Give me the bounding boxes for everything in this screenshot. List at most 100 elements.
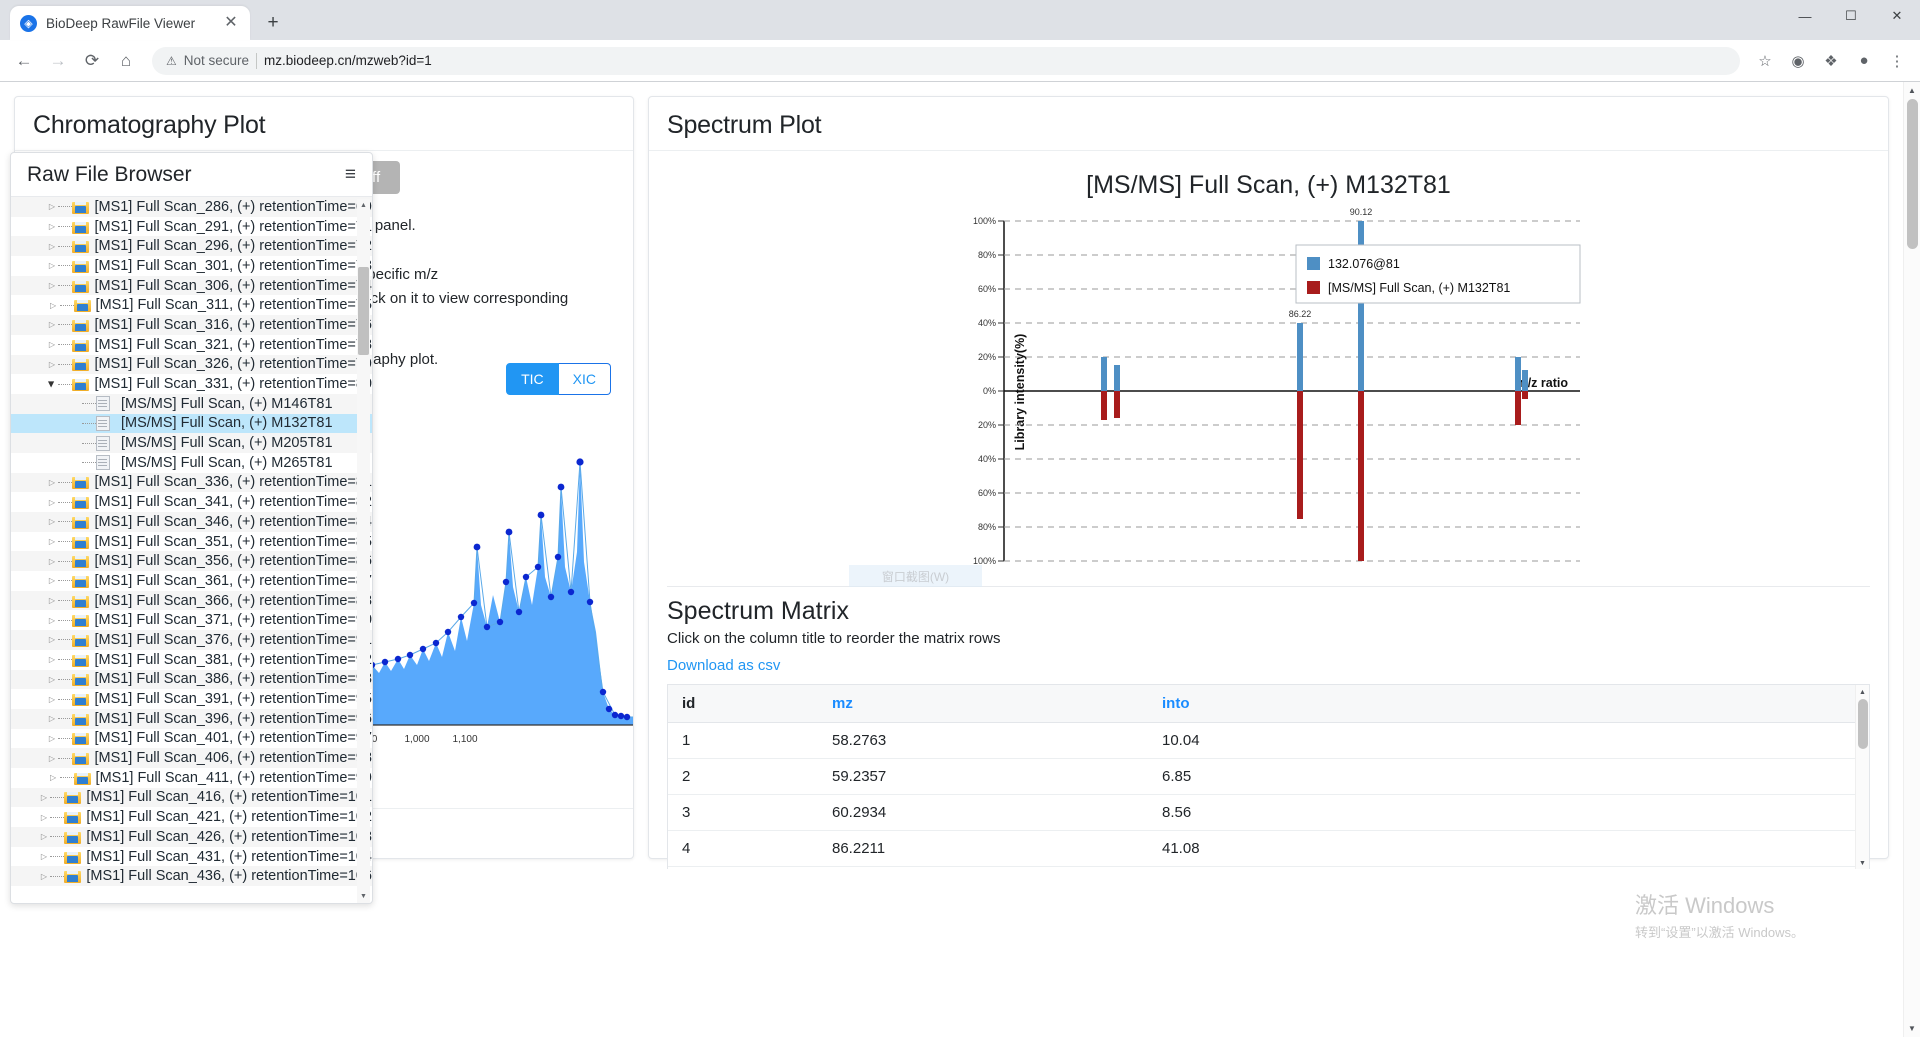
chevron-right-icon[interactable]: ▷ xyxy=(45,202,58,211)
tree-item-ms1[interactable]: ▷ [MS1] Full Scan_356, (+) retentionTime=… xyxy=(11,551,372,572)
matrix-scroll-up-icon[interactable]: ▲ xyxy=(1856,685,1869,699)
tree-item-ms1[interactable]: ▶ [MS1] Full Scan_331, (+) retentionTime=… xyxy=(11,374,372,394)
matrix-col-id[interactable]: id xyxy=(668,685,818,723)
chevron-right-icon[interactable]: ▷ xyxy=(45,754,58,763)
tree-item-ms1[interactable]: ▷ [MS1] Full Scan_381, (+) retentionTime=… xyxy=(11,650,372,670)
minimize-button[interactable]: — xyxy=(1782,0,1828,32)
chevron-right-icon[interactable]: ▷ xyxy=(45,281,58,290)
tree-item-ms1[interactable]: ▷ [MS1] Full Scan_316, (+) retentionTime=… xyxy=(11,315,372,335)
chevron-right-icon[interactable]: ▷ xyxy=(45,517,58,526)
tree-item-ms1[interactable]: ▷ [MS1] Full Scan_396, (+) retentionTime=… xyxy=(11,708,372,729)
tree-item-ms1[interactable]: ▷ [MS1] Full Scan_351, (+) retentionTime=… xyxy=(11,532,372,552)
xic-button[interactable]: XIC xyxy=(558,363,611,395)
chevron-right-icon[interactable]: ▷ xyxy=(45,635,58,644)
page-scroll-down-icon[interactable]: ▼ xyxy=(1904,1020,1920,1037)
home-icon[interactable]: ⌂ xyxy=(110,45,142,77)
tree-item-ms1[interactable]: ▷ [MS1] Full Scan_436, (+) retentionTime=… xyxy=(11,866,372,887)
chevron-right-icon[interactable]: ▷ xyxy=(45,675,58,684)
tree-scroll-up-icon[interactable]: ▲ xyxy=(357,199,370,212)
chevron-right-icon[interactable]: ▷ xyxy=(45,695,58,704)
tree-scroll-thumb[interactable] xyxy=(358,267,369,355)
tree-item-ms1[interactable]: ▷ [MS1] Full Scan_406, (+) retentionTime=… xyxy=(11,748,372,768)
puzzle-icon[interactable]: ❖ xyxy=(1816,46,1846,76)
tree-item-ms1[interactable]: ▷ [MS1] Full Scan_306, (+) retentionTime=… xyxy=(11,275,372,296)
tree-item-msms[interactable]: [MS/MS] Full Scan, (+) M265T81 xyxy=(11,453,372,473)
tree-item-ms1[interactable]: ▷ [MS1] Full Scan_291, (+) retentionTime=… xyxy=(11,217,372,237)
tree-item-ms1[interactable]: ▷ [MS1] Full Scan_346, (+) retentionTime=… xyxy=(11,512,372,532)
chevron-right-icon[interactable]: ▷ xyxy=(37,832,50,841)
maximize-button[interactable]: ☐ xyxy=(1828,0,1874,32)
chevron-right-icon[interactable]: ▷ xyxy=(45,261,58,270)
reload-icon[interactable]: ⟳ xyxy=(76,45,108,77)
spectrum-svg[interactable]: 100% 80% 60% 40% 20% 0% 20% 40% 60% 80% xyxy=(954,202,1584,580)
tree-item-msms[interactable]: [MS/MS] Full Scan, (+) M146T81 xyxy=(11,393,372,414)
tree-item-msms[interactable]: [MS/MS] Full Scan, (+) M132T81 xyxy=(11,413,372,434)
tree-item-ms1[interactable]: ▷ [MS1] Full Scan_341, (+) retentionTime=… xyxy=(11,492,372,512)
download-csv-link[interactable]: Download as csv xyxy=(649,657,798,684)
address-bar[interactable]: ⚠ Not secure mz.biodeep.cn/mzweb?id=1 xyxy=(152,46,1740,75)
matrix-col-into[interactable]: into xyxy=(1148,685,1869,723)
chevron-right-icon[interactable]: ▷ xyxy=(45,616,58,625)
matrix-scrollbar[interactable]: ▲ ▼ xyxy=(1855,685,1869,869)
chevron-right-icon[interactable]: ▷ xyxy=(45,360,58,369)
hamburger-menu-icon[interactable]: ≡ xyxy=(345,165,356,184)
page-scroll-thumb[interactable] xyxy=(1907,99,1918,249)
table-row[interactable]: 4 86.2211 41.08 xyxy=(668,830,1869,867)
tree-scrollbar[interactable]: ▲ ▼ xyxy=(357,199,370,903)
tic-button[interactable]: TIC xyxy=(506,363,559,395)
tree-item-ms1[interactable]: ▷ [MS1] Full Scan_401, (+) retentionTime=… xyxy=(11,729,372,749)
new-tab-button[interactable]: + xyxy=(258,8,288,38)
chevron-right-icon[interactable]: ▷ xyxy=(37,793,50,802)
chevron-right-icon[interactable]: ▷ xyxy=(45,596,58,605)
forward-icon[interactable]: → xyxy=(42,45,74,77)
profile-icon[interactable]: ● xyxy=(1849,46,1879,76)
tree-item-ms1[interactable]: ▷ [MS1] Full Scan_366, (+) retentionTime=… xyxy=(11,590,372,611)
tree-item-ms1[interactable]: ▷ [MS1] Full Scan_311, (+) retentionTime=… xyxy=(11,295,372,315)
tree-item-ms1[interactable]: ▷ [MS1] Full Scan_371, (+) retentionTime=… xyxy=(11,610,372,630)
browser-menu-icon[interactable]: ⋮ xyxy=(1882,46,1912,76)
table-row[interactable]: 2 59.2357 6.85 xyxy=(668,758,1869,795)
page-scroll-up-icon[interactable]: ▲ xyxy=(1904,82,1920,99)
chevron-right-icon[interactable]: ▷ xyxy=(37,872,50,881)
tree-item-ms1[interactable]: ▷ [MS1] Full Scan_421, (+) retentionTime=… xyxy=(11,807,372,827)
chevron-right-icon[interactable]: ▷ xyxy=(45,557,58,566)
tree-item-ms1[interactable]: ▷ [MS1] Full Scan_416, (+) retentionTime=… xyxy=(11,787,372,808)
table-row[interactable]: 1 58.2763 10.04 xyxy=(668,722,1869,759)
tree-item-ms1[interactable]: ▷ [MS1] Full Scan_431, (+) retentionTime=… xyxy=(11,847,372,867)
chevron-right-icon[interactable]: ▷ xyxy=(45,537,58,546)
chevron-right-icon[interactable]: ▷ xyxy=(45,734,58,743)
tree-item-ms1[interactable]: ▷ [MS1] Full Scan_301, (+) retentionTime=… xyxy=(11,256,372,276)
tree-item-ms1[interactable]: ▷ [MS1] Full Scan_426, (+) retentionTime=… xyxy=(11,827,372,847)
tree-item-ms1[interactable]: ▷ [MS1] Full Scan_296, (+) retentionTime=… xyxy=(11,236,372,257)
matrix-scroll-down-icon[interactable]: ▼ xyxy=(1856,856,1869,869)
tree-item-ms1[interactable]: ▷ [MS1] Full Scan_411, (+) retentionTime=… xyxy=(11,768,372,788)
raw-file-tree[interactable]: ▷ [MS1] Full Scan_286, (+) retentionTime=… xyxy=(11,197,372,903)
chevron-right-icon[interactable]: ▷ xyxy=(45,478,58,487)
chevron-right-icon[interactable]: ▷ xyxy=(45,655,58,664)
tree-item-ms1[interactable]: ▷ [MS1] Full Scan_376, (+) retentionTime=… xyxy=(11,630,372,650)
chevron-right-icon[interactable]: ▷ xyxy=(45,498,58,507)
chevron-down-icon[interactable]: ▶ xyxy=(47,378,56,391)
tree-item-ms1[interactable]: ▷ [MS1] Full Scan_286, (+) retentionTime=… xyxy=(11,197,372,217)
table-row[interactable]: 3 60.2934 8.56 xyxy=(668,794,1869,831)
close-icon[interactable]: ✕ xyxy=(222,14,240,32)
matrix-col-mz[interactable]: mz xyxy=(818,685,1148,723)
tree-item-msms[interactable]: [MS/MS] Full Scan, (+) M205T81 xyxy=(11,433,372,453)
chevron-right-icon[interactable]: ▷ xyxy=(45,320,58,329)
chevron-right-icon[interactable]: ▷ xyxy=(45,714,58,723)
chevron-right-icon[interactable]: ▷ xyxy=(47,773,60,782)
extension-circle-icon[interactable]: ◉ xyxy=(1783,46,1813,76)
page-scrollbar[interactable]: ▲ ▼ xyxy=(1903,82,1920,1037)
tree-item-ms1[interactable]: ▷ [MS1] Full Scan_391, (+) retentionTime=… xyxy=(11,689,372,709)
bookmark-star-icon[interactable]: ☆ xyxy=(1750,46,1780,76)
tree-item-ms1[interactable]: ▷ [MS1] Full Scan_361, (+) retentionTime=… xyxy=(11,571,372,591)
chevron-right-icon[interactable]: ▷ xyxy=(47,301,60,310)
chevron-right-icon[interactable]: ▷ xyxy=(45,576,58,585)
browser-tab[interactable]: ◈ BioDeep RawFile Viewer ✕ xyxy=(10,6,250,40)
chevron-right-icon[interactable]: ▷ xyxy=(45,340,58,349)
table-row[interactable]: 5 90.1236 100 xyxy=(668,866,1869,869)
chevron-right-icon[interactable]: ▷ xyxy=(37,813,50,822)
tree-scroll-down-icon[interactable]: ▼ xyxy=(357,890,370,903)
chevron-right-icon[interactable]: ▷ xyxy=(45,222,58,231)
chevron-right-icon[interactable]: ▷ xyxy=(37,852,50,861)
